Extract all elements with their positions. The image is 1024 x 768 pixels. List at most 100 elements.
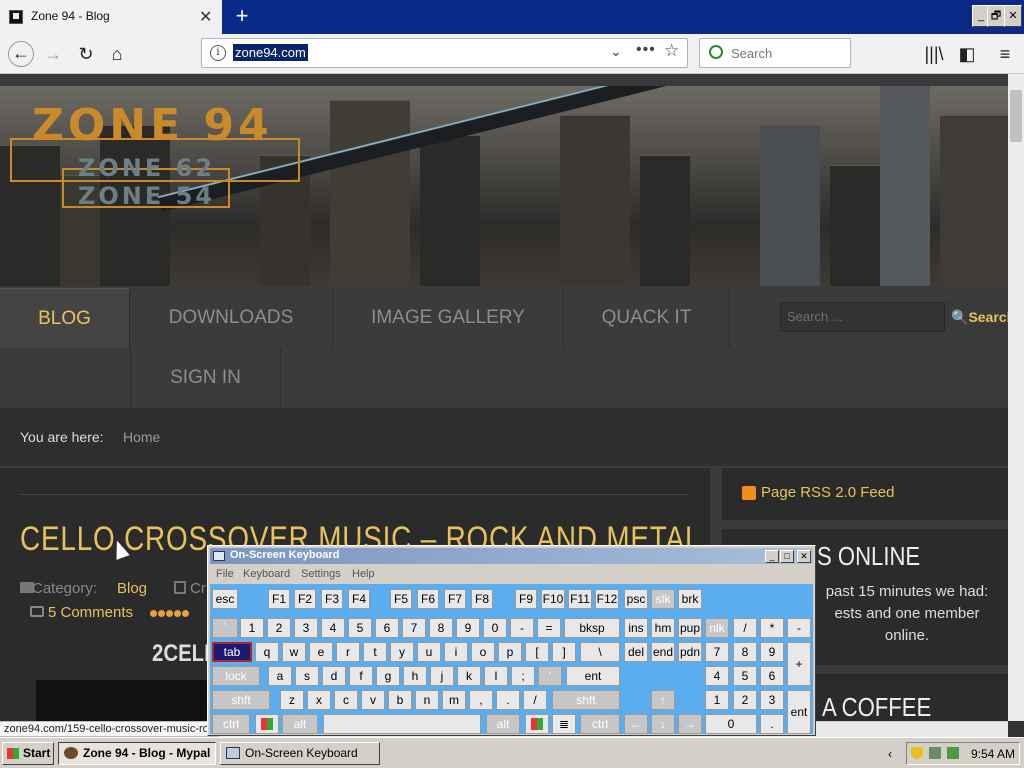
key-alt[interactable]: alt bbox=[282, 714, 318, 734]
key-v[interactable]: v bbox=[361, 690, 385, 710]
dropdown-chevron-icon[interactable]: ⌄ bbox=[610, 43, 622, 60]
key-9[interactable]: 9 bbox=[456, 618, 480, 638]
key-ctrl[interactable]: ctrl bbox=[580, 714, 620, 734]
key-psc[interactable]: psc bbox=[624, 589, 648, 609]
browser-search-bar[interactable]: Search bbox=[699, 38, 851, 68]
key-f12[interactable]: F12 bbox=[595, 589, 619, 609]
sidebar-icon[interactable]: ◧ bbox=[955, 42, 979, 66]
key-right-bracket[interactable]: ] bbox=[552, 642, 576, 662]
key-minus[interactable]: - bbox=[510, 618, 534, 638]
key-9[interactable]: 9 bbox=[760, 642, 784, 662]
key-n[interactable]: n bbox=[415, 690, 439, 710]
page-actions-icon[interactable]: ••• bbox=[636, 41, 656, 59]
key-right-arrow[interactable]: → bbox=[678, 714, 702, 734]
key-f7[interactable]: F7 bbox=[444, 589, 466, 609]
key-o[interactable]: o bbox=[471, 642, 495, 662]
key-hm[interactable]: hm bbox=[651, 618, 675, 638]
key-f6[interactable]: F6 bbox=[417, 589, 439, 609]
key-slash[interactable]: / bbox=[523, 690, 547, 710]
site-info-icon[interactable]: i bbox=[210, 45, 226, 61]
key-enter-numpad[interactable]: ent bbox=[787, 690, 811, 734]
menu-item-sign-in[interactable]: SIGN IN bbox=[130, 348, 281, 408]
key-tab[interactable]: tab bbox=[212, 642, 252, 662]
key-5[interactable]: 5 bbox=[348, 618, 372, 638]
key-d[interactable]: d bbox=[322, 666, 346, 686]
key-l[interactable]: l bbox=[484, 666, 508, 686]
key-f9[interactable]: F9 bbox=[515, 589, 537, 609]
key-f3[interactable]: F3 bbox=[321, 589, 343, 609]
key-equals[interactable]: = bbox=[537, 618, 561, 638]
key-3[interactable]: 3 bbox=[760, 690, 784, 710]
osk-close-button[interactable]: ✕ bbox=[797, 550, 811, 563]
key-p[interactable]: p bbox=[498, 642, 522, 662]
key-up-arrow[interactable]: ↑ bbox=[651, 690, 675, 710]
key-pup[interactable]: pup bbox=[678, 618, 702, 638]
key-w[interactable]: w bbox=[282, 642, 306, 662]
key-j[interactable]: j bbox=[430, 666, 454, 686]
key-f4[interactable]: F4 bbox=[348, 589, 370, 609]
key-3[interactable]: 3 bbox=[294, 618, 318, 638]
site-search-input[interactable]: Search ... bbox=[780, 302, 945, 332]
key-f5[interactable]: F5 bbox=[390, 589, 412, 609]
site-search-button[interactable]: 🔍Search bbox=[945, 302, 1008, 332]
key-lock[interactable]: lock bbox=[212, 666, 260, 686]
key-u[interactable]: u bbox=[417, 642, 441, 662]
key-end[interactable]: end bbox=[651, 642, 675, 662]
osk-titlebar[interactable]: On-Screen Keyboard _ □ ✕ bbox=[210, 548, 813, 564]
key-k[interactable]: k bbox=[457, 666, 481, 686]
key-5[interactable]: 5 bbox=[733, 666, 757, 686]
tab-close-icon[interactable]: ✕ bbox=[199, 7, 212, 27]
rss-feed-link[interactable]: Page RSS 2.0 Feed bbox=[761, 484, 894, 501]
browser-tab[interactable]: Zone 94 - Blog ✕ bbox=[0, 0, 222, 34]
rating-star-icon[interactable] bbox=[150, 610, 157, 617]
key-r[interactable]: r bbox=[336, 642, 360, 662]
key-menu[interactable]: ≣ bbox=[552, 714, 576, 734]
key-down-arrow[interactable]: ↓ bbox=[651, 714, 675, 734]
key-f2[interactable]: F2 bbox=[294, 589, 316, 609]
key-f[interactable]: f bbox=[349, 666, 373, 686]
key-h[interactable]: h bbox=[403, 666, 427, 686]
taskbar-button-osk[interactable]: On-Screen Keyboard bbox=[220, 742, 380, 765]
key-windows-logo-icon[interactable] bbox=[525, 714, 549, 734]
key-b[interactable]: b bbox=[388, 690, 412, 710]
shield-icon[interactable] bbox=[911, 747, 923, 759]
menu-item-quack-it[interactable]: QUACK IT bbox=[564, 288, 730, 348]
key-ctrl[interactable]: ctrl bbox=[212, 714, 250, 734]
on-screen-keyboard-window[interactable]: On-Screen Keyboard _ □ ✕ File Keyboard S… bbox=[207, 545, 816, 736]
volume-icon[interactable] bbox=[947, 747, 959, 759]
rating-star-icon[interactable] bbox=[182, 610, 189, 617]
menu-item-blog[interactable]: BLOG bbox=[0, 288, 130, 348]
close-window-button[interactable]: ✕ bbox=[1004, 5, 1022, 27]
key-6[interactable]: 6 bbox=[375, 618, 399, 638]
hamburger-menu-icon[interactable]: ≡ bbox=[993, 42, 1017, 66]
key-space[interactable] bbox=[323, 714, 481, 734]
key-semicolon[interactable]: ; bbox=[511, 666, 535, 686]
rating-star-icon[interactable] bbox=[158, 610, 165, 617]
key-slash[interactable]: / bbox=[733, 618, 757, 638]
osk-maximize-button[interactable]: □ bbox=[780, 550, 794, 563]
comments-link[interactable]: 5 Comments bbox=[48, 604, 133, 621]
key-shft[interactable]: shft bbox=[212, 690, 270, 710]
key-period[interactable]: . bbox=[496, 690, 520, 710]
key-f10[interactable]: F10 bbox=[541, 589, 565, 609]
scrollbar-thumb[interactable] bbox=[1010, 90, 1022, 142]
key-nlk[interactable]: nlk bbox=[705, 618, 729, 638]
key-2[interactable]: 2 bbox=[733, 690, 757, 710]
rating-star-icon[interactable] bbox=[174, 610, 181, 617]
key-m[interactable]: m bbox=[442, 690, 466, 710]
key-windows-logo-icon[interactable] bbox=[255, 714, 279, 734]
key-e[interactable]: e bbox=[309, 642, 333, 662]
key-plus[interactable]: + bbox=[787, 642, 811, 686]
key-backtick[interactable]: ` bbox=[212, 618, 238, 638]
key-f1[interactable]: F1 bbox=[268, 589, 290, 609]
reload-icon[interactable]: ↻ bbox=[74, 42, 98, 66]
key-comma[interactable]: , bbox=[469, 690, 493, 710]
key-c[interactable]: c bbox=[334, 690, 358, 710]
clock[interactable]: 9:54 AM bbox=[971, 747, 1015, 761]
url-text[interactable]: zone94.com bbox=[233, 44, 308, 61]
osk-menu-file[interactable]: File bbox=[216, 568, 234, 580]
key-alt[interactable]: alt bbox=[486, 714, 520, 734]
key-x[interactable]: x bbox=[307, 690, 331, 710]
osk-menu-settings[interactable]: Settings bbox=[301, 568, 341, 580]
key-2[interactable]: 2 bbox=[267, 618, 291, 638]
